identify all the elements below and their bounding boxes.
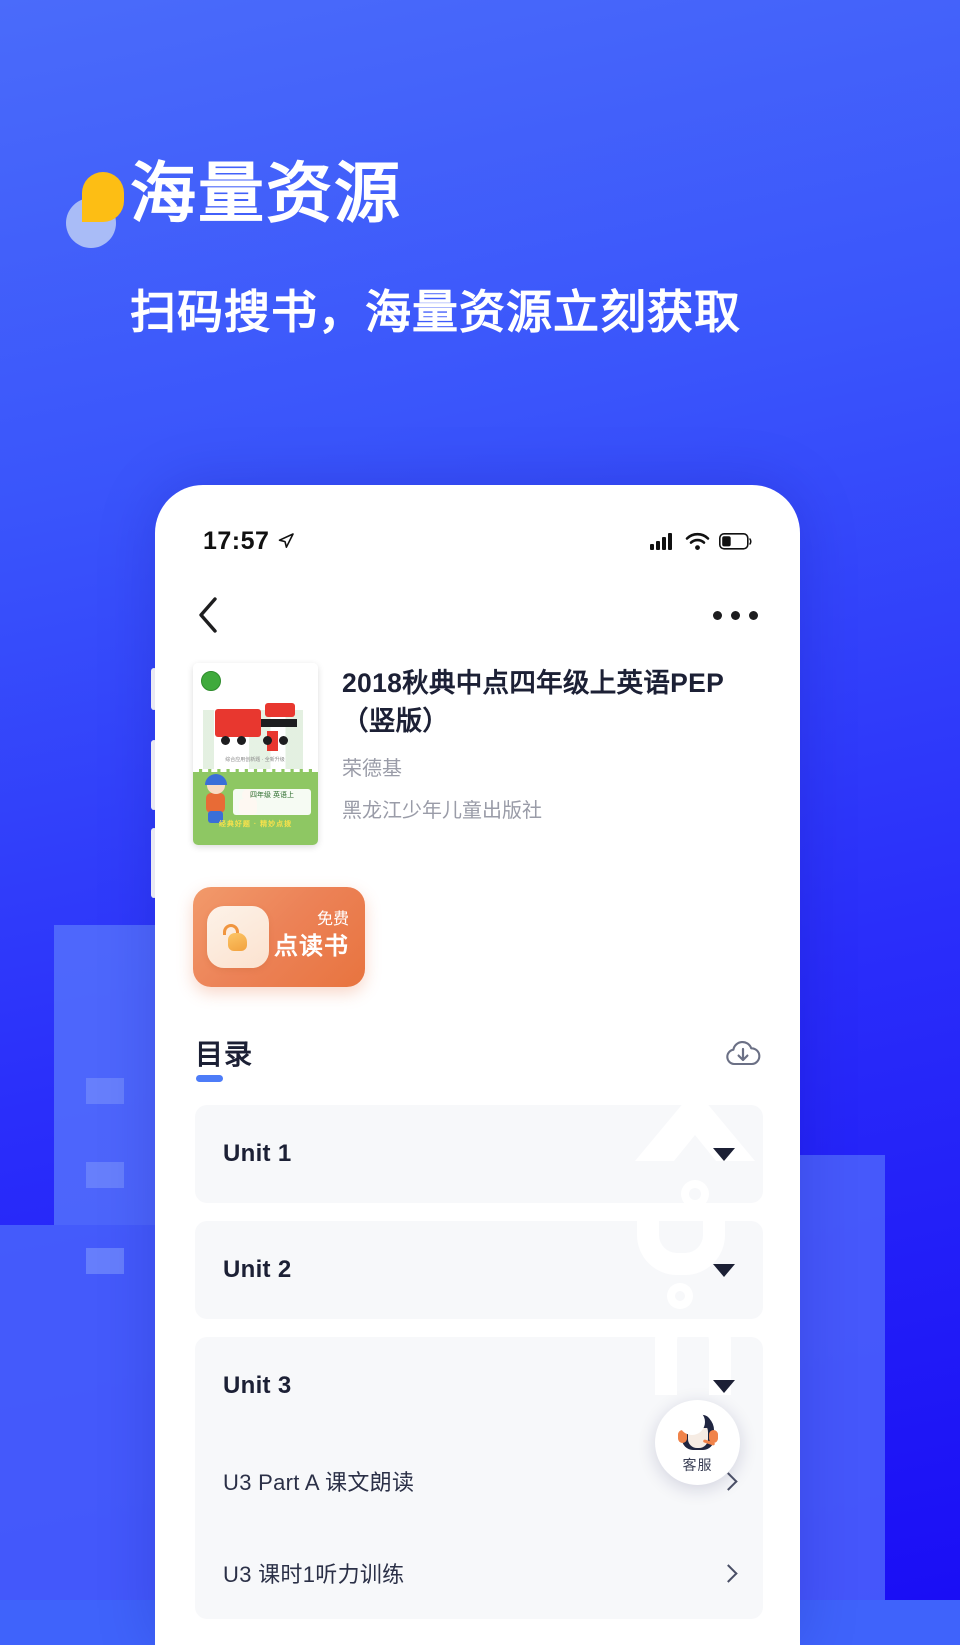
phone-mockup: 17:57 综合应用创新题 · 全新升级 四年级 英语上 经典好题 · 精妙点拨… <box>155 485 800 1645</box>
book-publisher: 黑龙江少年儿童出版社 <box>342 800 542 823</box>
promo-subheadline: 扫码搜书，海量资源立刻获取 <box>130 286 741 338</box>
tap-finger-icon <box>207 906 269 968</box>
cta-free-label: 免费 <box>316 911 349 929</box>
catalog-title: 目录 <box>195 1039 254 1070</box>
tap-finger-glyph <box>223 924 251 952</box>
train-wheel <box>221 736 230 745</box>
unit-title: Unit 1 <box>223 1140 292 1167</box>
status-bar-right <box>650 532 752 551</box>
chevron-right-icon[interactable] <box>719 1563 738 1583</box>
cta-main-label: 点读书 <box>274 933 349 961</box>
catalog-active-indicator <box>196 1075 223 1082</box>
book-metadata: 2018秋典中点四年级上英语PEP（竖版） 荣德基 黑龙江少年儿童出版社 <box>342 663 763 845</box>
promo-headline: 海量资源 <box>130 156 402 230</box>
background-window-3 <box>86 1248 124 1274</box>
wifi-icon <box>685 532 710 550</box>
brand-mark-icon <box>66 172 124 248</box>
caret-down-icon[interactable] <box>713 1263 735 1277</box>
status-bar-left: 17:57 <box>203 527 296 556</box>
book-summary: 综合应用创新题 · 全新升级 四年级 英语上 经典好题 · 精妙点拨 2018秋… <box>193 663 763 845</box>
unit-title: Unit 2 <box>223 1256 292 1283</box>
cta-text-block: 免费 点读书 <box>269 910 355 963</box>
train-wheel <box>237 736 246 745</box>
more-dot <box>731 610 740 620</box>
train-wheel <box>263 736 272 745</box>
cover-subtitle: 综合应用创新题 · 全新升级 <box>225 757 285 763</box>
cover-brand-train-icon <box>215 703 297 751</box>
cover-ribbon-text: 经典好题 · 精妙点拨 <box>218 821 293 828</box>
more-horizontal-icon[interactable] <box>713 610 758 620</box>
status-bar: 17:57 <box>155 523 800 559</box>
unit-card-expanded[interactable]: Unit 3 U3 Part A 课文朗读 U3 课时1听力训练 <box>195 1337 763 1619</box>
lesson-label: U3 Part A 课文朗读 <box>223 1470 415 1495</box>
lesson-item[interactable]: U3 课时1听力训练 <box>195 1527 763 1619</box>
lesson-item[interactable]: U3 Part A 课文朗读 <box>195 1435 763 1527</box>
unit-card[interactable]: Unit 1 <box>195 1105 763 1203</box>
caret-down-icon[interactable] <box>713 1147 735 1161</box>
chevron-right-icon[interactable] <box>719 1471 738 1491</box>
location-arrow-icon <box>279 533 295 548</box>
tap-thumb <box>228 933 247 951</box>
unit-title: Unit 3 <box>223 1372 292 1399</box>
catalog-title-wrap: 目录 <box>195 1033 254 1082</box>
unit-header[interactable]: Unit 2 <box>195 1221 763 1319</box>
free-point-read-button[interactable]: 免费 点读书 <box>193 887 365 987</box>
publisher-seal-icon <box>201 671 221 691</box>
book-title: 2018秋典中点四年级上英语PEP（竖版） <box>342 668 725 736</box>
book-cover-thumbnail[interactable]: 综合应用创新题 · 全新升级 四年级 英语上 经典好题 · 精妙点拨 <box>193 663 318 845</box>
train-wheel <box>279 736 288 745</box>
cellular-signal-icon <box>650 532 672 550</box>
caret-down-icon[interactable] <box>713 1379 735 1393</box>
background-window-2 <box>86 1162 124 1188</box>
unit-header[interactable]: Unit 3 <box>195 1337 763 1435</box>
unit-card[interactable]: Unit 2 <box>195 1221 763 1319</box>
background-shape-right <box>800 1155 885 1600</box>
lesson-label: U3 课时1听力训练 <box>223 1562 405 1587</box>
battery-low-icon <box>719 532 752 550</box>
cloud-download-icon[interactable] <box>723 1033 763 1073</box>
background-window-1 <box>86 1078 124 1104</box>
unit-header[interactable]: Unit 1 <box>195 1105 763 1203</box>
more-dot <box>713 610 722 620</box>
catalog-header: 目录 <box>195 1033 763 1082</box>
train-cab <box>265 703 295 717</box>
kid-body <box>206 793 225 813</box>
book-author: 荣德基 <box>342 758 402 781</box>
brand-mark-drop <box>82 172 124 222</box>
cover-grade-label: 四年级 英语上 <box>233 789 311 815</box>
catalog-unit-list: Unit 1 Unit 2 Unit 3 U3 Part A 课文朗读 U3 课… <box>195 1105 763 1637</box>
train-car <box>215 709 261 737</box>
more-dot <box>749 610 758 620</box>
app-nav-bar <box>155 585 800 645</box>
train-bar <box>261 719 297 727</box>
chevron-left-icon[interactable] <box>197 596 219 634</box>
cover-character-kid <box>201 774 231 823</box>
status-clock: 17:57 <box>203 526 270 555</box>
